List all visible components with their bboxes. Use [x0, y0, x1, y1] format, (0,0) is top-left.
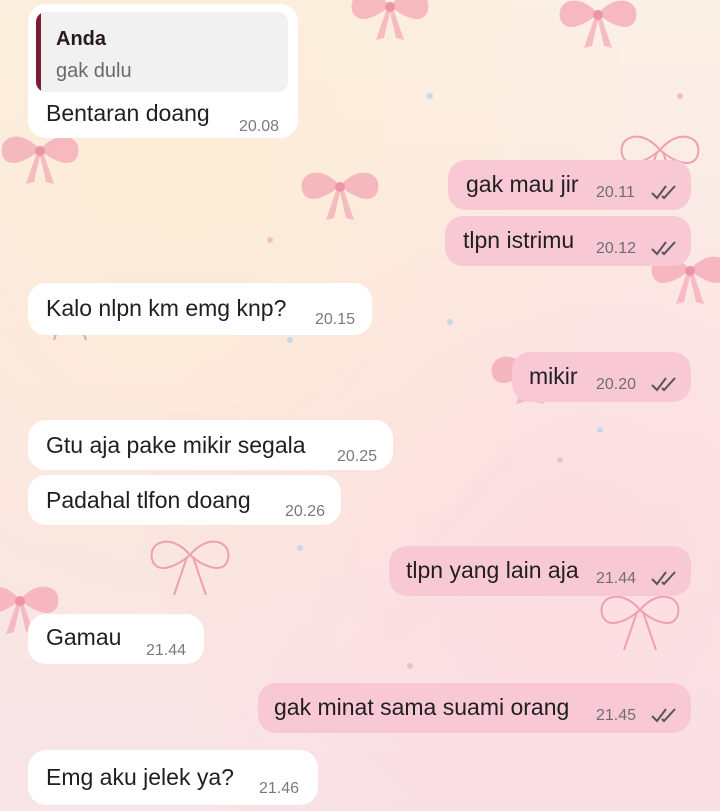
quoted-text: gak dulu [56, 60, 132, 82]
message-bubble-incoming[interactable]: Emg aku jelek ya? 21.46 [28, 750, 318, 805]
bow-ribbon-icon [1, 136, 79, 184]
double-check-icon [651, 377, 676, 392]
quoted-author: Anda [56, 28, 106, 50]
bow-ribbon-icon [351, 0, 429, 41]
message-text: Padahal tlfon doang [46, 487, 251, 513]
message-time: 21.44 [146, 642, 187, 659]
bow-ribbon-icon [559, 0, 637, 49]
message-text: mikir [529, 363, 578, 389]
message-text: Bentaran doang [46, 100, 210, 126]
message-time: 20.25 [337, 448, 378, 465]
message-text: gak mau jir [466, 171, 579, 197]
message-time: 21.46 [259, 780, 300, 797]
double-check-icon [651, 241, 676, 256]
double-check-icon [651, 708, 676, 723]
message-bubble-incoming[interactable]: Padahal tlfon doang 20.26 [28, 475, 341, 525]
quote-bar [36, 12, 41, 92]
message-text: tlpn istrimu [463, 227, 575, 253]
message-time: 20.08 [239, 118, 280, 135]
double-check-icon [651, 571, 676, 586]
message-time: 20.15 [315, 311, 356, 328]
message-bubble-incoming[interactable]: Kalo nlpn km emg knp? 20.15 [28, 283, 372, 335]
message-bubble-incoming[interactable]: Anda gak dulu Bentaran doang 20.08 [28, 4, 298, 138]
message-bubble-outgoing[interactable]: tlpn yang lain aja 21.44 [389, 546, 691, 596]
message-text: Gamau [46, 624, 122, 650]
message-text: gak minat sama suami orang [274, 694, 570, 720]
message-text: Emg aku jelek ya? [46, 764, 234, 790]
message-time: 21.45 [596, 707, 637, 724]
message-bubble-outgoing[interactable]: gak minat sama suami orang 21.45 [258, 683, 691, 733]
message-time: 20.12 [596, 240, 637, 257]
message-bubble-outgoing[interactable]: gak mau jir 20.11 [448, 160, 691, 210]
message-time: 21.44 [596, 570, 637, 587]
message-text: tlpn yang lain aja [406, 557, 579, 583]
message-bubble-outgoing[interactable]: mikir 20.20 [512, 352, 691, 402]
message-text: Gtu aja pake mikir segala [46, 432, 306, 458]
message-time: 20.11 [596, 184, 635, 201]
bow-ribbon-icon [600, 595, 680, 651]
message-text: Kalo nlpn km emg knp? [46, 295, 287, 321]
message-time: 20.26 [285, 503, 326, 520]
message-time: 20.20 [596, 376, 637, 393]
quoted-reply[interactable]: Anda gak dulu [36, 12, 288, 92]
message-bubble-incoming[interactable]: Gtu aja pake mikir segala 20.25 [28, 420, 393, 470]
bow-ribbon-icon [301, 172, 379, 220]
message-bubble-incoming[interactable]: Gamau 21.44 [28, 614, 204, 664]
bow-ribbon-icon [150, 540, 230, 596]
double-check-icon [651, 185, 676, 200]
message-bubble-outgoing[interactable]: tlpn istrimu 20.12 [445, 216, 691, 266]
